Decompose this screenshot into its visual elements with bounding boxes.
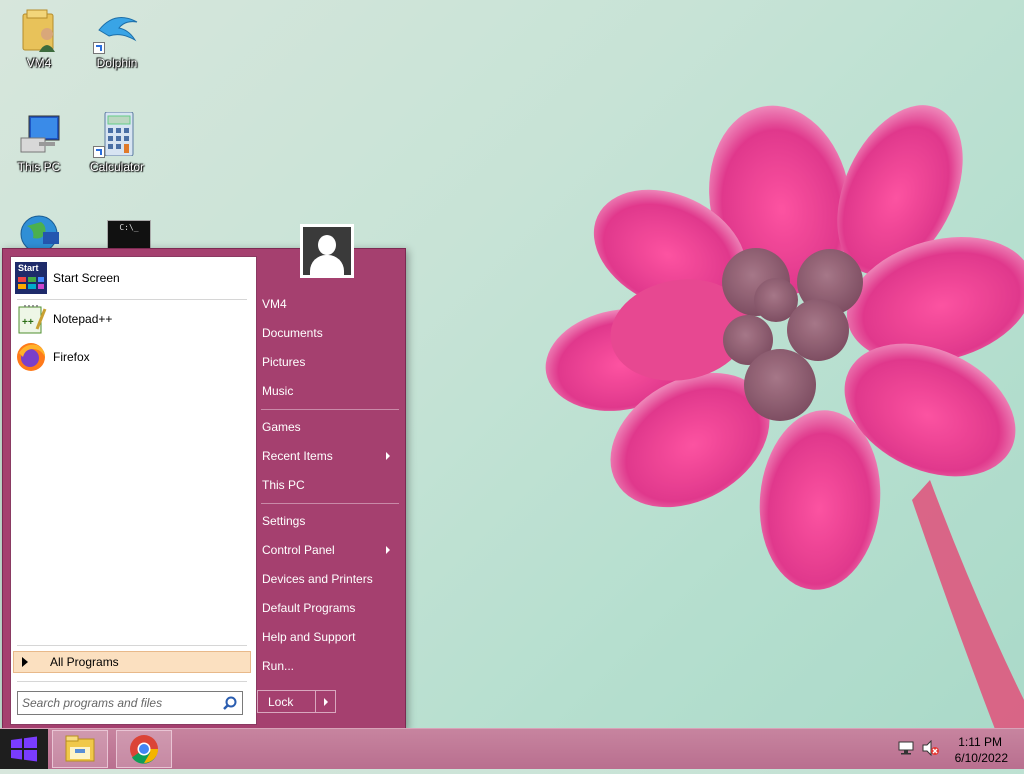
taskbar-chrome[interactable] [116,730,172,768]
place-label: Default Programs [262,601,356,615]
place-label: Help and Support [262,630,356,644]
desktop-icon-this-pc[interactable]: This PC [4,112,74,174]
start-screen-icon: Start [15,262,47,294]
programs-pane: Start Start Screen ++ Notepad++ Firefox … [10,256,257,725]
place-help-and-support[interactable]: Help and Support [262,625,396,649]
place-label: Settings [262,514,306,528]
start-button[interactable] [0,729,48,769]
place-label: VM4 [262,297,287,311]
separator [17,645,247,646]
all-programs-button[interactable]: All Programs [13,651,251,673]
shortcut-arrow-icon [93,146,105,158]
firefox-icon [15,341,47,373]
desktop-icon-label: Dolphin [96,56,138,70]
menu-item-start-screen[interactable]: Start Start Screen [15,261,251,295]
search-box [17,691,243,715]
place-label: Run... [262,659,295,673]
place-run[interactable]: Run... [262,654,396,678]
clock-time[interactable]: 1:11 PM [958,735,1002,749]
taskbar-file-explorer[interactable] [52,730,108,768]
menu-item-label: Firefox [53,350,90,364]
place-label: This PC [262,478,305,492]
place-music[interactable]: Music [262,379,396,403]
user-folder-icon [17,8,61,52]
separator [17,681,247,682]
search-input[interactable] [22,694,216,712]
place-label: Music [262,384,294,398]
notepad-plus-plus-icon: ++ [15,303,47,335]
volume-muted-icon[interactable] [922,739,940,757]
cmd-window-text: C:\_ [107,220,151,248]
clock-date[interactable]: 6/10/2022 [955,751,1008,765]
calculator-icon [93,111,139,158]
separator [17,299,247,300]
command-prompt-icon: C:\_ [95,212,151,248]
desktop-icon-calculator[interactable]: Calculator [82,111,152,174]
place-label: Documents [262,326,323,340]
desktop-icon-label: Calculator [89,160,145,174]
windows-logo-icon [11,736,37,762]
start-screen-icon-text: Start [18,263,39,273]
menu-item-firefox[interactable]: Firefox [15,340,251,374]
separator [261,409,399,410]
search-icon[interactable] [222,695,238,711]
place-documents[interactable]: Documents [262,321,396,345]
place-recent-items[interactable]: Recent Items [262,444,396,468]
user-silhouette-icon [303,227,351,275]
shutdown-options-button[interactable] [315,690,336,713]
place-default-programs[interactable]: Default Programs [262,596,396,620]
place-devices-and-printers[interactable]: Devices and Printers [262,567,396,591]
svg-text:++: ++ [22,317,34,328]
dolphin-icon [93,8,139,54]
network-globe-icon [17,212,61,248]
chrome-icon [130,735,158,764]
menu-item-notepad-plus-plus[interactable]: ++ Notepad++ [15,302,251,336]
expand-arrow-icon [22,657,28,667]
network-status-icon[interactable] [898,741,914,755]
place-label: Pictures [262,355,306,369]
place-label: Games [262,420,301,434]
desktop-icon-vm4[interactable]: VM4 [4,8,74,70]
desktop-icon-label: This PC [17,160,61,174]
user-avatar[interactable] [300,224,354,278]
separator [261,503,399,504]
place-label: Recent Items [262,449,333,463]
all-programs-label: All Programs [50,655,119,669]
desktop-icon-network[interactable] [4,212,74,248]
place-pictures[interactable]: Pictures [262,350,396,374]
submenu-arrow-icon [386,452,390,460]
place-this-pc[interactable]: This PC [262,473,396,497]
desktop-icon-dolphin[interactable]: Dolphin [82,8,152,70]
place-control-panel[interactable]: Control Panel [262,538,396,562]
lock-button[interactable]: Lock [257,690,316,713]
shortcut-arrow-icon [93,42,105,54]
taskbar: 1:11 PM 6/10/2022 [0,728,1024,769]
place-vm4[interactable]: VM4 [262,292,396,316]
submenu-arrow-icon [386,546,390,554]
file-explorer-icon [65,735,95,762]
place-settings[interactable]: Settings [262,509,396,533]
menu-item-label: Start Screen [53,271,120,285]
place-label: Devices and Printers [262,572,373,586]
computer-icon [17,112,61,156]
menu-item-label: Notepad++ [53,312,113,326]
place-label: Control Panel [262,543,335,557]
place-games[interactable]: Games [262,415,396,439]
desktop-icon-label: VM4 [26,56,52,70]
desktop-icon-command-prompt[interactable]: C:\_ [82,212,152,248]
